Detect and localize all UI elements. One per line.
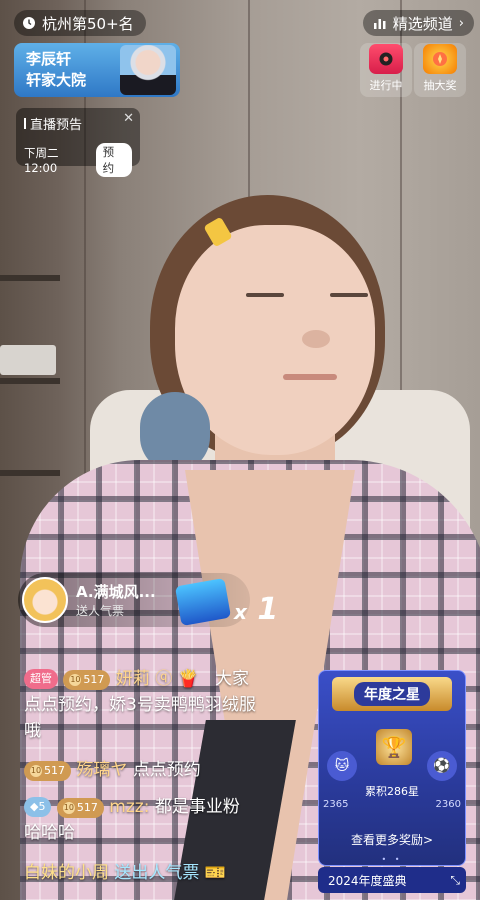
annual-star-card[interactable]: 年度之星 🐱 🏆 ⚽ 累积286星 2365 2360 查看更多奖励> • •	[318, 670, 466, 866]
view-more-rewards-link[interactable]: 查看更多奖励>	[319, 831, 465, 848]
level-badge: 10 517	[56, 798, 104, 818]
featured-channel-label: 精选频道	[392, 14, 453, 33]
chat-text: 都是事业粉	[154, 797, 240, 817]
diamond-number: 5	[38, 800, 46, 813]
shelf	[0, 470, 60, 476]
gift-count-number: 1	[257, 592, 279, 627]
annual-gala-bar[interactable]: 2024年度盛典 ⤡	[318, 867, 466, 893]
chat-text: 点点预约	[132, 760, 201, 780]
level-number: 517	[83, 673, 105, 686]
expand-icon[interactable]: ⤡	[450, 873, 460, 888]
lottery-label: 抽大奖	[423, 79, 457, 92]
gift-entry-message: 白妹的小周 送出人气票 🎫	[24, 860, 314, 886]
level-dot-icon: 10	[30, 765, 42, 777]
nose	[302, 330, 330, 348]
reserve-button[interactable]: 预约	[95, 143, 132, 177]
entry-username[interactable]: 白妹的小周	[24, 863, 109, 883]
gift-sender-name: A.满城风...	[76, 583, 156, 601]
host-avatar	[120, 45, 176, 95]
gift-count: x 1	[234, 592, 278, 627]
featured-channel-button[interactable]: 精选频道 ›	[362, 10, 474, 36]
city-rank-label: 杭州第50+名	[42, 14, 134, 33]
gift-description: 送人气票	[76, 604, 125, 618]
chat-username[interactable]: 妍莉	[116, 669, 150, 689]
host-banner[interactable]: 李辰轩 轩家大院	[14, 43, 180, 97]
gift-count-prefix: x	[234, 600, 247, 624]
live-activity-button[interactable]: 进行中	[360, 43, 412, 97]
close-icon[interactable]: ✕	[123, 111, 134, 126]
popularity-ticket-icon	[174, 577, 232, 627]
right-score: 2360	[435, 799, 461, 810]
eye	[246, 293, 284, 297]
bar-chart-icon	[373, 16, 387, 30]
lottery-button[interactable]: 抽大奖	[414, 43, 466, 97]
host-channel-name: 轩家大院	[26, 71, 87, 89]
host-name: 李辰轩	[26, 50, 72, 68]
eye	[330, 293, 368, 297]
preview-time: 下周二12:00	[24, 146, 59, 175]
chat-text: 哦	[24, 721, 41, 741]
chat-text: 点点预约，娇3号卖鸭鸭羽绒服	[24, 695, 256, 715]
sender-avatar[interactable]	[22, 577, 68, 623]
preview-title: 直播预告	[30, 118, 83, 133]
carousel-dots: • •	[381, 855, 403, 864]
cat-character-icon: 🐱	[327, 751, 357, 781]
level-number: 517	[76, 801, 98, 814]
level-number: 517	[44, 764, 65, 777]
level-dot-icon: 10	[62, 802, 75, 814]
chevron-right-icon: ›	[458, 15, 464, 31]
chat-message: ◆ 5 10 517 mzz: 都是事业粉 哈哈哈	[24, 794, 314, 846]
trophy-icon: 🏆	[376, 729, 412, 765]
chat-message: 超管 10 517 妍莉 ⓠ 🍟 大家 点点预约，娇3号卖鸭鸭羽绒服 哦	[24, 666, 314, 744]
entry-action: 送出人气票	[114, 863, 200, 883]
preview-bar-icon	[24, 118, 26, 129]
level-badge: 10 517	[63, 670, 111, 690]
clock-icon	[22, 16, 36, 30]
ticket-small-icon: 🎫	[204, 863, 226, 883]
live-preview-card: 直播预告 ✕ 下周二12:00 预约	[16, 108, 140, 177]
chat-username[interactable]: 殇璃ヤ	[76, 760, 127, 780]
super-admin-badge: 超管	[24, 669, 58, 689]
star-accumulation: 累积286星	[365, 785, 419, 798]
chat-message: 10 517 殇璃ヤ 点点预约	[24, 757, 314, 783]
chat-text: 哈哈哈	[24, 823, 75, 843]
left-score: 2365	[323, 799, 349, 810]
ball-character-icon: ⚽	[427, 751, 457, 781]
level-dot-icon: 10	[69, 674, 82, 686]
annual-gala-label: 2024年度盛典	[328, 873, 407, 888]
level-badge: 10 517	[24, 761, 71, 781]
chat-username[interactable]: mzz:	[109, 797, 149, 817]
star-title: 年度之星	[354, 682, 430, 706]
city-rank-pill[interactable]: 杭州第50+名	[14, 10, 146, 36]
shelf-box	[0, 345, 56, 375]
shelf	[0, 275, 60, 281]
diamond-badge: ◆ 5	[24, 797, 52, 817]
star-title-plate: 年度之星	[332, 677, 452, 711]
chat-text: 大家	[215, 669, 250, 689]
lottery-orb-icon	[423, 44, 457, 74]
mouth	[283, 374, 337, 380]
live-record-icon	[369, 44, 403, 74]
live-activity-label: 进行中	[369, 79, 403, 92]
emoji-icons: ⓠ 🍟	[155, 669, 199, 689]
shelf	[0, 378, 60, 384]
